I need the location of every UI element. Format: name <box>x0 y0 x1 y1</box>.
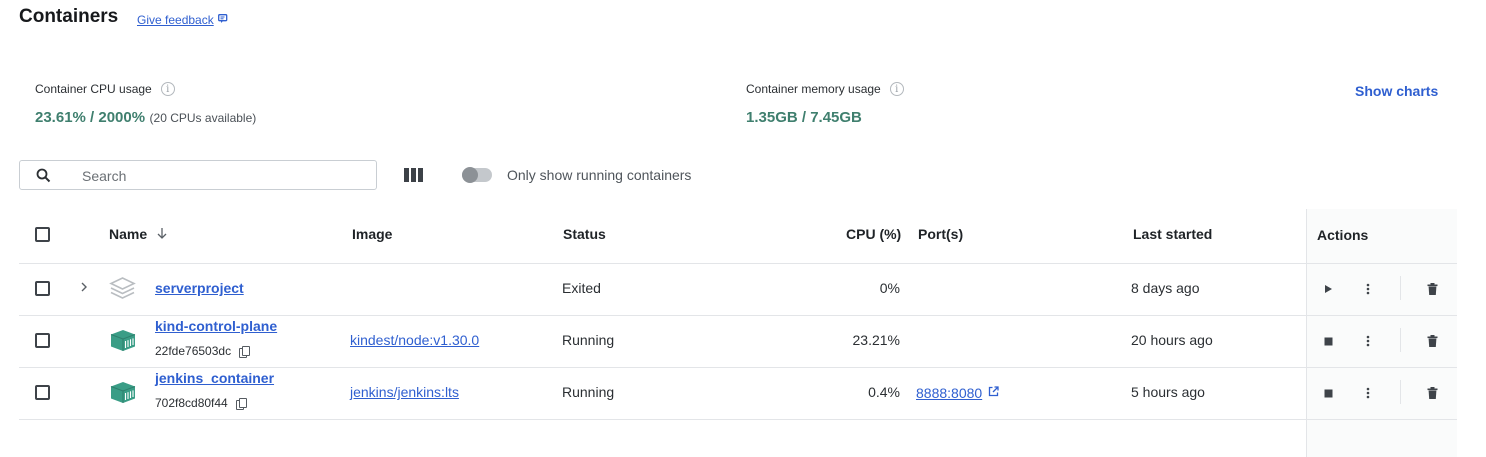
port-link[interactable]: 8888:8080 <box>916 385 982 401</box>
stop-icon <box>1324 337 1332 345</box>
actions-separator <box>1400 328 1401 352</box>
last-started-cell: 5 hours ago <box>1131 384 1205 400</box>
stack-icon <box>109 276 136 305</box>
status-cell: Running <box>562 384 615 400</box>
container-id: 702f8cd80f44 <box>155 396 228 410</box>
stop-button[interactable] <box>1317 330 1339 352</box>
cpu-usage-value-row: 23.61% / 2000% (20 CPUs available) <box>35 109 256 127</box>
trash-icon <box>1427 387 1437 399</box>
search-icon <box>36 168 51 188</box>
cpu-usage-label: Container CPU usage <box>35 82 152 96</box>
memory-usage-label: Container memory usage <box>746 82 881 96</box>
row-divider <box>19 367 1457 368</box>
cpu-column-header[interactable]: CPU (%) <box>846 226 901 242</box>
memory-usage-value: 1.35GB / 7.45GB <box>746 109 862 126</box>
row-divider <box>19 315 1457 316</box>
row-divider <box>19 419 1457 420</box>
page-title: Containers <box>19 6 119 27</box>
more-options-button[interactable] <box>1357 278 1379 300</box>
delete-button[interactable] <box>1421 382 1443 404</box>
row-checkbox[interactable] <box>35 385 50 400</box>
container-id-row: 22fde76503dc <box>155 344 251 358</box>
status-cell: Running <box>562 332 615 348</box>
search-input[interactable] <box>80 167 364 185</box>
more-options-button[interactable] <box>1357 330 1379 352</box>
cpu-cell: 0.4% <box>868 384 900 400</box>
more-vertical-icon <box>1366 387 1370 399</box>
more-vertical-icon <box>1366 283 1370 295</box>
select-all-checkbox[interactable] <box>35 227 50 242</box>
toggle-knob <box>462 167 478 183</box>
trash-icon <box>1427 283 1437 295</box>
container-id: 22fde76503dc <box>155 344 232 358</box>
container-name-link[interactable]: kind-control-plane <box>155 318 277 334</box>
image-column-header[interactable]: Image <box>352 226 392 242</box>
memory-usage-label-row: Container memory usage i <box>746 82 904 96</box>
start-button[interactable] <box>1317 278 1339 300</box>
actions-column-header: Actions <box>1317 227 1369 243</box>
give-feedback-link[interactable]: Give feedback <box>137 13 229 27</box>
cpu-usage-value: 23.61% / 2000% <box>35 109 146 126</box>
row-checkbox[interactable] <box>35 281 50 296</box>
actions-separator <box>1400 276 1401 300</box>
delete-button[interactable] <box>1421 330 1443 352</box>
header-divider <box>19 263 1457 264</box>
info-icon[interactable]: i <box>889 82 904 96</box>
copy-icon[interactable] <box>239 345 251 358</box>
memory-usage-value-row: 1.35GB / 7.45GB <box>746 109 862 127</box>
play-icon <box>1325 285 1332 293</box>
last-started-column-header[interactable]: Last started <box>1133 226 1212 242</box>
stop-button[interactable] <box>1317 382 1339 404</box>
external-link-icon[interactable] <box>988 384 999 402</box>
search-box[interactable] <box>19 160 377 190</box>
copy-icon[interactable] <box>235 397 247 410</box>
more-options-button[interactable] <box>1357 382 1379 404</box>
cpu-cell: 23.21% <box>852 332 900 348</box>
cpu-cell: 0% <box>879 280 900 296</box>
cpu-usage-label-row: Container CPU usage i <box>35 82 175 96</box>
trash-icon <box>1427 335 1437 347</box>
image-link[interactable]: kindest/node:v1.30.0 <box>350 332 479 348</box>
container-id-row: 702f8cd80f44 <box>155 396 247 410</box>
ports-column-header[interactable]: Port(s) <box>918 226 963 242</box>
last-started-cell: 8 days ago <box>1131 280 1200 296</box>
status-cell: Exited <box>562 280 601 296</box>
name-header-label: Name <box>109 226 148 242</box>
row-checkbox[interactable] <box>35 333 50 348</box>
expand-chevron-icon[interactable] <box>79 280 89 299</box>
feedback-icon <box>217 13 229 27</box>
container-icon <box>110 381 136 409</box>
sort-down-arrow-icon <box>157 226 167 242</box>
status-column-header[interactable]: Status <box>563 226 606 242</box>
port-link-row[interactable]: 8888:8080 <box>916 384 999 402</box>
more-vertical-icon <box>1366 335 1370 347</box>
give-feedback-label[interactable]: Give feedback <box>137 13 214 27</box>
show-charts-button[interactable]: Show charts <box>1355 83 1438 99</box>
stop-icon <box>1324 389 1332 397</box>
running-only-toggle[interactable] <box>462 167 492 183</box>
name-column-header[interactable]: Name <box>109 226 167 242</box>
container-name-link[interactable]: jenkins_container <box>155 370 274 386</box>
last-started-cell: 20 hours ago <box>1131 332 1213 348</box>
cpu-available: (20 CPUs available) <box>149 111 257 125</box>
info-icon[interactable]: i <box>160 82 175 96</box>
columns-icon[interactable] <box>404 168 423 182</box>
container-icon <box>110 329 136 357</box>
delete-button[interactable] <box>1421 278 1443 300</box>
container-name-link[interactable]: serverproject <box>155 280 244 296</box>
running-only-label: Only show running containers <box>507 167 692 183</box>
actions-separator <box>1400 380 1401 404</box>
image-link[interactable]: jenkins/jenkins:lts <box>350 384 459 400</box>
